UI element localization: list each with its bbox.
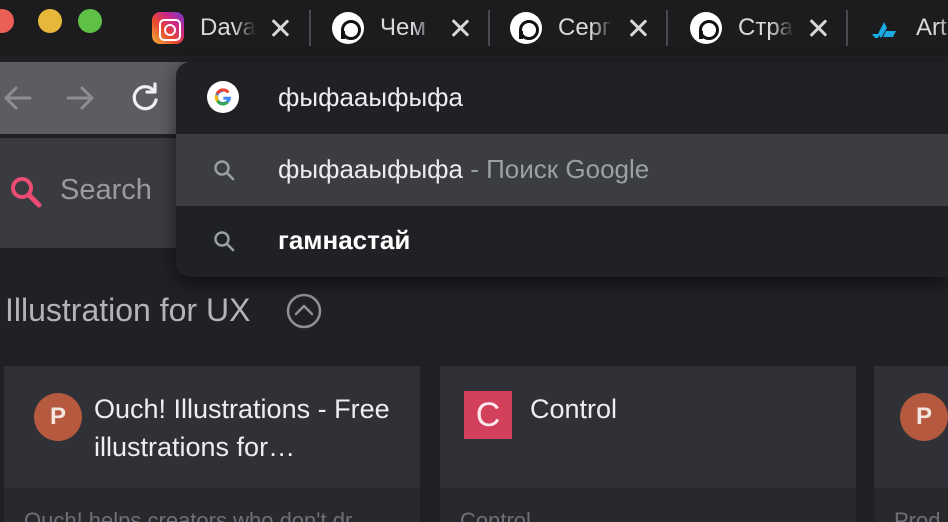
back-button[interactable] [0, 80, 36, 116]
close-icon[interactable] [448, 16, 472, 40]
pinterest-p-icon [690, 12, 722, 44]
bookmark-card[interactable]: C Control Control [440, 366, 856, 522]
suggestion-text: фыфааыфыфа - Поиск Google [278, 154, 649, 185]
card-description: Control [460, 508, 531, 522]
suggestion-query: гамнастай [278, 225, 411, 255]
omnibox-query[interactable]: фыфааыфыфа [278, 82, 463, 113]
tab-strip: Dava Чем Серг Стра Art [0, 0, 948, 56]
avatar: P [34, 393, 82, 441]
tab-divider [488, 10, 490, 46]
card-title[interactable]: Ouch! Illustrations - Free illustrations… [94, 390, 394, 466]
close-icon[interactable] [806, 16, 830, 40]
card-description: Prod [894, 508, 941, 522]
card-footer: Ouch! helps creators who don't dr [4, 488, 420, 522]
tab-title: Стра [738, 14, 794, 41]
close-icon[interactable] [268, 16, 292, 40]
tab-title: Серг [558, 14, 611, 41]
pinterest-p-icon [332, 12, 364, 44]
pinterest-p-icon [510, 12, 542, 44]
card-footer: Prod [874, 488, 948, 522]
card-footer: Control [440, 488, 856, 522]
reload-icon [132, 82, 158, 111]
avatar: C [464, 391, 512, 439]
instagram-icon [152, 12, 184, 44]
tab-title: Чем [380, 14, 426, 41]
tab-3[interactable]: Серг [510, 6, 660, 50]
tab-title: Dava [200, 14, 256, 41]
search-icon [212, 229, 236, 253]
tab-divider [309, 10, 311, 46]
search-icon [8, 174, 44, 210]
suggestion-text: гамнастай [278, 225, 410, 256]
omnibox-input[interactable]: фыфааыфыфа [176, 62, 948, 134]
tab-4[interactable]: Стра [690, 6, 840, 50]
close-icon[interactable] [626, 16, 650, 40]
search-placeholder: Search [60, 174, 152, 206]
card-description: Ouch! helps creators who don't dr [24, 508, 353, 522]
google-icon [206, 80, 240, 114]
suggestion-item[interactable]: гамнастай [176, 205, 948, 277]
suggestion-item[interactable]: фыфааыфыфа - Поиск Google [176, 134, 948, 206]
suggestion-query: фыфааыфыфа [278, 154, 464, 184]
omnibox-dropdown: фыфааыфыфа фыфааыфыфа - Поиск Google гам… [176, 62, 948, 277]
suggestion-suffix: - Поиск Google [463, 154, 650, 184]
tab-divider [666, 10, 668, 46]
card-title[interactable]: Control [530, 390, 830, 428]
tab-title: Art [916, 14, 947, 41]
bookmark-card[interactable]: P Prod [874, 366, 948, 522]
tab-2[interactable]: Чем [332, 6, 482, 50]
arrow-right-icon [66, 86, 94, 110]
arrow-left-icon [4, 86, 32, 110]
forward-button[interactable] [62, 80, 98, 116]
search-icon [212, 158, 236, 182]
close-window-button[interactable] [0, 9, 14, 33]
avatar: P [900, 393, 948, 441]
section-title: Illustration for UX [5, 292, 251, 328]
artstation-icon [868, 12, 900, 44]
tab-divider [846, 10, 848, 46]
tab-1[interactable]: Dava [152, 6, 302, 50]
page-search-box[interactable]: Search [0, 138, 176, 248]
tab-5[interactable]: Art [868, 6, 948, 50]
chevron-up-icon[interactable] [286, 293, 322, 329]
bookmark-card[interactable]: P Ouch! Illustrations - Free illustratio… [4, 366, 420, 522]
zoom-window-button[interactable] [78, 9, 102, 33]
minimize-window-button[interactable] [38, 9, 62, 33]
reload-button[interactable] [127, 80, 163, 116]
